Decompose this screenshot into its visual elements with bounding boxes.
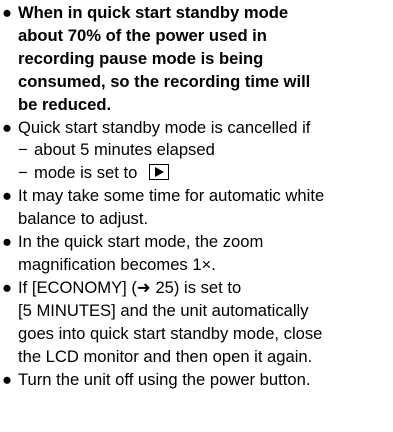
note-line: goes into quick start standby mode, clos… [18, 323, 323, 343]
bullet-icon: ● [2, 232, 13, 252]
play-mode-icon [149, 163, 170, 180]
note-item-standby-cancel: ● Quick start standby mode is cancelled … [0, 117, 393, 186]
note-line: be reduced. [18, 94, 112, 114]
bullet-icon: ● [2, 3, 13, 22]
bullet-icon: ● [2, 277, 13, 297]
manual-notes: ● When in quick start standby mode about… [0, 0, 393, 432]
sub-item-mode-set: − mode is set to [18, 162, 393, 185]
note-line: the LCD monitor and then open it again. [18, 346, 313, 366]
note-item-economy: ● If [ECONOMY] (➜ 25) is set to [5 MINUT… [0, 277, 393, 369]
bullet-icon: ● [2, 186, 13, 206]
note-line: Quick start standby mode is cancelled if [18, 117, 311, 137]
note-item-white-balance: ● It may take some time for automatic wh… [0, 185, 393, 231]
bullet-icon: ● [2, 117, 13, 137]
note-line: magnification becomes 1×. [18, 254, 216, 274]
sub-item-text: about 5 minutes elapsed [34, 140, 215, 160]
note-line: When in quick start standby mode [18, 3, 289, 22]
note-line: [5 MINUTES] and the unit automatically [18, 300, 309, 320]
note-item-power-off: ● Turn the unit off using the power butt… [0, 369, 393, 392]
note-line: consumed, so the recording time will [18, 71, 311, 91]
bullet-icon: ● [2, 369, 13, 389]
note-line: balance to adjust. [18, 209, 149, 229]
dash-symbol: − [18, 140, 28, 160]
note-line: about 70% of the power used in [18, 25, 267, 45]
note-line: In the quick start mode, the zoom [18, 232, 264, 252]
dash-symbol: − [18, 163, 28, 183]
note-item-zoom: ● In the quick start mode, the zoom magn… [0, 231, 393, 277]
note-line: Turn the unit off using the power button… [18, 369, 311, 389]
note-line: recording pause mode is being [18, 48, 264, 68]
note-line: If [ECONOMY] (➜ 25) is set to [18, 277, 242, 297]
sub-item-text: mode is set to [34, 163, 138, 183]
note-line: It may take some time for automatic whit… [18, 186, 325, 206]
note-item-standby-power: ● When in quick start standby mode about… [0, 2, 393, 117]
sub-item-time-elapsed: − about 5 minutes elapsed [18, 139, 393, 162]
